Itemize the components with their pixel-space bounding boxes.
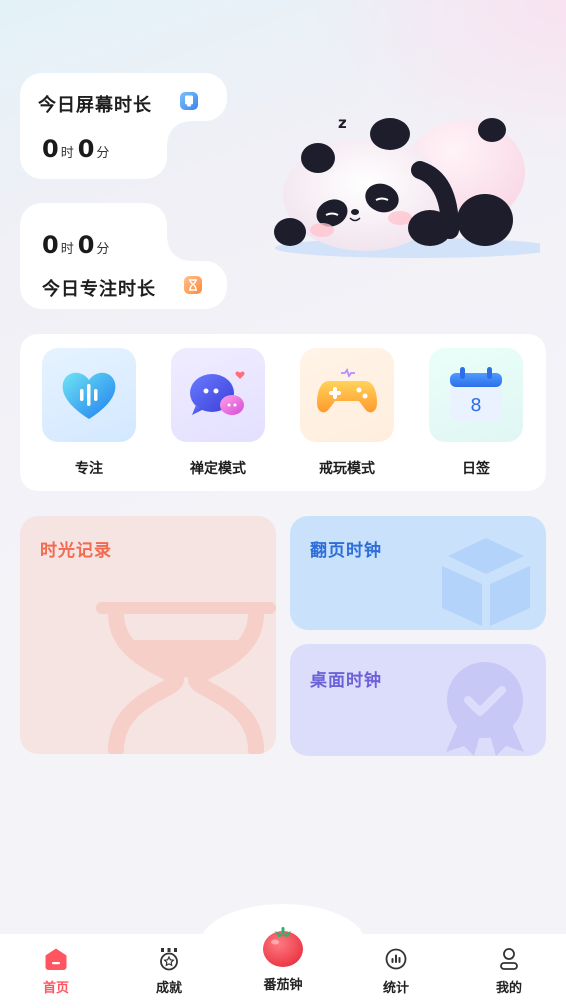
tomato-icon: [242, 924, 324, 970]
feature-zen-mode-button[interactable]: 禅定模式: [170, 348, 266, 478]
chat-bubble-icon: [171, 348, 265, 442]
tab-pomodoro-label: 番茄钟: [263, 978, 303, 993]
focus-time-card[interactable]: 0 时 0 分 今日专注时长: [20, 203, 227, 309]
cube-icon: [442, 538, 530, 626]
home-icon: [16, 946, 96, 972]
time-record-title: 时光记录: [40, 541, 112, 561]
hourglass-icon: [96, 602, 276, 754]
tab-profile[interactable]: 我的: [469, 946, 549, 996]
focus-time-title: 今日专注时长: [42, 279, 156, 300]
feature-panel: 专注 禅定模式 戒玩模式 8 日签: [20, 334, 546, 491]
tab-home-label: 首页: [42, 981, 69, 996]
profile-icon: [469, 946, 549, 972]
feature-focus-label: 专注: [75, 461, 103, 477]
desktop-clock-card[interactable]: 桌面时钟: [290, 644, 546, 756]
gamepad-icon: [300, 348, 394, 442]
tab-achievements-label: 成就: [155, 981, 182, 996]
sleep-z-text: z: [338, 114, 347, 132]
feature-focus-button[interactable]: 专注: [41, 348, 137, 478]
screen-time-value: 0 时 0 分: [42, 135, 110, 163]
desktop-clock-title: 桌面时钟: [310, 671, 382, 691]
tab-statistics[interactable]: 统计: [356, 946, 436, 996]
hourglass-small-icon: [184, 276, 202, 294]
feature-zen-mode-label: 禅定模式: [190, 461, 246, 477]
phone-icon: [180, 92, 198, 110]
feature-gaming-mode-label: 戒玩模式: [319, 461, 375, 477]
screen-time-title: 今日屏幕时长: [38, 95, 152, 116]
feature-daily-sign-label: 日签: [462, 461, 490, 477]
tab-home[interactable]: 首页: [16, 946, 96, 996]
feature-gaming-mode-button[interactable]: 戒玩模式: [299, 348, 395, 478]
tab-profile-label: 我的: [495, 981, 522, 996]
flip-clock-card[interactable]: 翻页时钟: [290, 516, 546, 630]
time-record-card[interactable]: 时光记录: [20, 516, 276, 754]
tab-achievements[interactable]: 成就: [129, 946, 209, 996]
feature-daily-sign-button[interactable]: 8 日签: [428, 348, 524, 478]
medal-icon: [129, 946, 209, 972]
heart-pulse-icon: [42, 348, 136, 442]
focus-time-value: 0 时 0 分: [42, 231, 110, 259]
calendar-icon: 8: [429, 348, 523, 442]
screen-time-card[interactable]: 今日屏幕时长 0 时 0 分: [20, 73, 227, 179]
tab-statistics-label: 统计: [382, 981, 409, 996]
stats-icon: [356, 946, 436, 972]
tab-pomodoro[interactable]: 番茄钟: [242, 924, 324, 993]
sleeping-panda-illustration: z: [274, 114, 540, 258]
flip-clock-title: 翻页时钟: [310, 541, 382, 561]
badge-check-icon: [446, 662, 524, 756]
svg-text:8: 8: [470, 395, 481, 416]
